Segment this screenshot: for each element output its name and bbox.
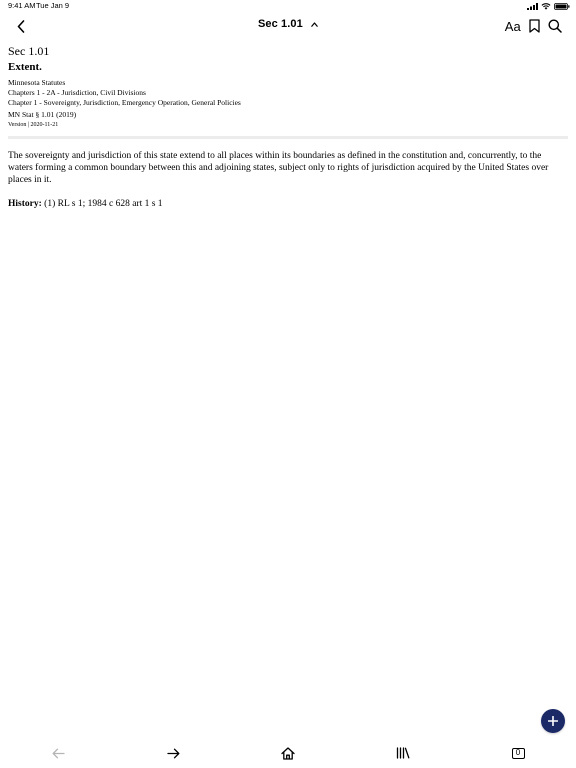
tabs-icon: 0 bbox=[511, 747, 525, 759]
history-label: History: bbox=[8, 199, 42, 209]
meta-citation: MN Stat § 1.01 (2019) bbox=[8, 110, 77, 119]
header-divider bbox=[8, 136, 568, 139]
bottom-toolbar: 0 bbox=[0, 742, 576, 764]
search-icon bbox=[548, 19, 562, 33]
bookmark-button[interactable] bbox=[529, 19, 540, 33]
document: Sec 1.01 Extent. Minnesota Statutes Chap… bbox=[8, 42, 568, 210]
tabs-button[interactable]: 0 bbox=[509, 744, 527, 762]
font-size-button[interactable]: Aa bbox=[505, 19, 521, 34]
section-body: The sovereignty and jurisdiction of this… bbox=[8, 151, 549, 185]
go-back-button[interactable] bbox=[49, 744, 67, 762]
section-number: Sec 1.01 bbox=[8, 44, 50, 58]
library-button[interactable] bbox=[394, 744, 412, 762]
nav-bar: Sec 1.01 Aa bbox=[0, 12, 576, 40]
status-icons bbox=[527, 1, 570, 11]
status-date: Tue Jan 9 bbox=[36, 1, 70, 10]
screen: 9:41 AM Tue Jan 9 Sec 1.01 Aa Sec 1.01 E… bbox=[0, 0, 576, 768]
status-time: 9:41 AM bbox=[8, 1, 36, 10]
chevron-up-icon bbox=[311, 21, 318, 27]
go-forward-button[interactable] bbox=[164, 744, 182, 762]
search-button[interactable] bbox=[548, 19, 562, 33]
wifi-icon bbox=[541, 2, 551, 10]
history-text: (1) RL s 1; 1984 c 628 art 1 s 1 bbox=[41, 199, 163, 209]
status-bar: 9:41 AM Tue Jan 9 bbox=[0, 0, 576, 12]
arrow-right-icon bbox=[166, 748, 179, 758]
nav-title: Sec 1.01 bbox=[258, 18, 303, 31]
nav-actions: Aa bbox=[505, 17, 562, 35]
meta-statutes: Minnesota Statutes bbox=[8, 78, 66, 87]
cellular-signal-icon bbox=[527, 2, 538, 10]
arrow-left-icon bbox=[52, 748, 65, 758]
home-button[interactable] bbox=[279, 744, 297, 762]
meta-chapters: Chapters 1 - 2A - Jurisdiction, Civil Di… bbox=[8, 88, 146, 97]
section-title-menu[interactable]: Sec 1.01 bbox=[0, 18, 576, 30]
plus-icon bbox=[548, 716, 558, 726]
bookmark-icon bbox=[529, 19, 540, 33]
meta-chapter: Chapter 1 - Sovereignty, Jurisdiction, E… bbox=[8, 98, 241, 107]
section-heading: Extent. bbox=[8, 61, 42, 73]
home-icon bbox=[281, 746, 295, 760]
battery-icon bbox=[554, 2, 570, 10]
library-icon bbox=[396, 747, 410, 759]
add-button[interactable] bbox=[541, 709, 565, 733]
meta-version: Version | 2020-11-21 bbox=[8, 122, 59, 128]
history-line: History: (1) RL s 1; 1984 c 628 art 1 s … bbox=[8, 198, 568, 210]
